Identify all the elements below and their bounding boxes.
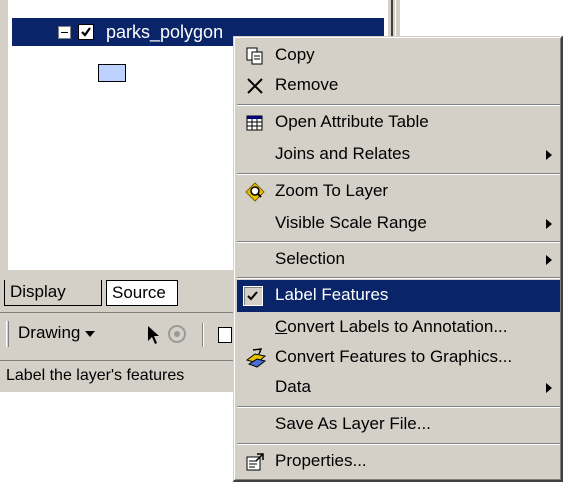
submenu-arrow-icon xyxy=(546,150,552,160)
menu-item-open-attribute-table[interactable]: Open Attribute Table xyxy=(237,107,560,139)
menu-item-label-features[interactable]: Label Features xyxy=(237,280,560,312)
convert-graphics-icon xyxy=(245,348,267,368)
toolbar-separator xyxy=(202,323,204,347)
menu-item-copy[interactable]: Copy xyxy=(237,40,560,72)
layer-context-menu: Copy Remove Open Attribute Table Joins a… xyxy=(233,36,563,482)
submenu-arrow-icon xyxy=(546,383,552,393)
remove-x-icon xyxy=(245,76,265,96)
menu-item-label: Save As Layer File... xyxy=(275,414,431,433)
menu-separator xyxy=(237,406,560,408)
menu-separator xyxy=(237,173,560,175)
drawing-menu-button[interactable]: Drawing xyxy=(18,323,96,343)
mnemonic-letter: C xyxy=(275,317,288,336)
layer-name: parks_polygon xyxy=(106,22,224,42)
table-icon xyxy=(245,113,265,133)
menu-item-label: Convert Labels to Annotation... xyxy=(275,317,508,337)
menu-item-label: Selection xyxy=(275,249,345,268)
layer-visibility-checkbox[interactable] xyxy=(78,24,94,40)
layer-row-indent xyxy=(12,18,52,46)
properties-icon xyxy=(245,452,265,472)
copy-icon xyxy=(245,46,265,66)
menu-item-remove[interactable]: Remove xyxy=(237,70,560,102)
menu-separator xyxy=(237,104,560,106)
menu-separator xyxy=(237,443,560,445)
dropdown-arrow-icon xyxy=(85,330,96,337)
menu-item-label-rest: onvert Labels to Annotation... xyxy=(287,317,508,336)
menu-item-label: Joins and Relates xyxy=(275,144,411,163)
submenu-arrow-icon xyxy=(546,255,552,265)
tab-display[interactable]: Display xyxy=(4,280,102,306)
rotate-icon[interactable] xyxy=(168,325,186,343)
collapse-icon[interactable] xyxy=(58,26,71,39)
checked-icon xyxy=(243,286,263,306)
menu-item-data[interactable]: Data xyxy=(237,372,560,404)
menu-item-save-as-layer-file[interactable]: Save As Layer File... xyxy=(237,409,560,441)
menu-item-selection[interactable]: Selection xyxy=(237,244,560,276)
menu-item-visible-scale-range[interactable]: Visible Scale Range xyxy=(237,208,560,240)
status-text: Label the layer's features xyxy=(6,367,185,384)
menu-item-zoom-to-layer[interactable]: Zoom To Layer xyxy=(237,176,560,208)
toolbar-grip[interactable] xyxy=(6,321,9,347)
menu-separator xyxy=(237,277,560,279)
menu-item-label: Remove xyxy=(275,75,339,94)
menu-separator xyxy=(237,241,560,243)
menu-item-label: Properties... xyxy=(275,451,367,470)
menu-item-convert-features[interactable]: Convert Features to Graphics... xyxy=(237,342,560,374)
menu-item-label: Open Attribute Table xyxy=(275,112,429,131)
menu-item-label: Visible Scale Range xyxy=(275,213,427,232)
menu-item-label: Label Features xyxy=(275,285,389,304)
select-elements-icon[interactable] xyxy=(146,325,162,350)
menu-item-label: Convert Features to Graphics... xyxy=(275,347,513,366)
submenu-arrow-icon xyxy=(546,219,552,229)
polygon-symbol-patch[interactable] xyxy=(98,64,126,82)
zoom-to-layer-icon xyxy=(245,182,265,202)
menu-item-joins-and-relates[interactable]: Joins and Relates xyxy=(237,139,560,171)
new-rectangle-icon[interactable] xyxy=(218,327,232,343)
menu-item-convert-labels[interactable]: Convert Labels to Annotation... xyxy=(237,312,560,344)
menu-item-label: Zoom To Layer xyxy=(275,181,389,200)
menu-item-label: Data xyxy=(275,377,311,396)
tab-source[interactable]: Source xyxy=(106,280,178,306)
menu-item-properties[interactable]: Properties... xyxy=(237,446,560,478)
drawing-menu-label: Drawing xyxy=(18,323,81,342)
menu-item-label: Copy xyxy=(275,45,315,64)
